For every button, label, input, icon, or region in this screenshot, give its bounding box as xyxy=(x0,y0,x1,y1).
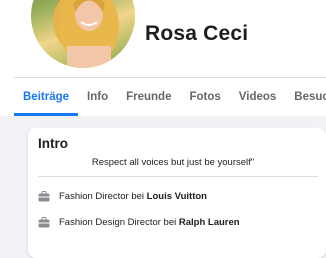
work-item-text: Fashion Director bei Louis Vuitton xyxy=(59,190,207,202)
profile-name: Rosa Ceci xyxy=(145,22,249,45)
intro-card: Intro Respect all voices but just be you… xyxy=(28,128,326,258)
briefcase-icon xyxy=(38,216,50,227)
work-item: Fashion Design Director bei Ralph Lauren xyxy=(38,214,240,230)
tab-videos[interactable]: Videos xyxy=(230,78,286,116)
work-item: Fashion Director bei Louis Vuitton xyxy=(38,188,207,204)
tab-fotos[interactable]: Fotos xyxy=(180,78,229,116)
tab-freunde[interactable]: Freunde xyxy=(117,78,180,116)
intro-title: Intro xyxy=(38,136,68,151)
work-item-employer[interactable]: Ralph Lauren xyxy=(179,217,240,228)
briefcase-icon xyxy=(38,190,50,201)
tab-besuche[interactable]: Besuche xyxy=(285,78,326,116)
work-item-employer[interactable]: Louis Vuitton xyxy=(147,191,207,202)
tab-info[interactable]: Info xyxy=(78,78,117,116)
tab-beitraege[interactable]: Beiträge xyxy=(14,78,79,116)
intro-divider xyxy=(38,176,318,177)
profile-avatar[interactable] xyxy=(29,0,137,70)
profile-header: Rosa Ceci Beiträge Info Freunde Fotos Vi… xyxy=(0,0,326,116)
intro-bio: Respect all voices but just be yourself" xyxy=(91,157,255,168)
avatar-photo xyxy=(59,0,119,68)
work-item-text: Fashion Design Director bei Ralph Lauren xyxy=(59,216,240,228)
profile-tabs: Beiträge Info Freunde Fotos Videos Besuc… xyxy=(14,78,326,116)
